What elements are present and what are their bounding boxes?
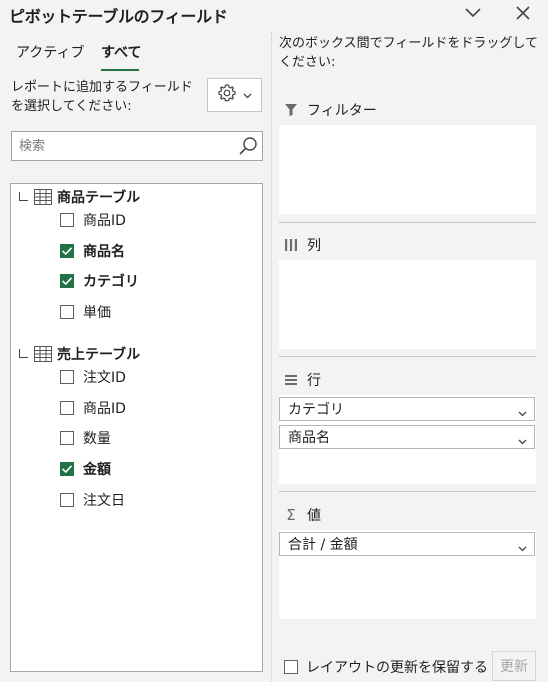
close-icon[interactable]: [512, 4, 534, 22]
search-input[interactable]: [12, 132, 222, 160]
field-label: 金額: [83, 462, 111, 478]
update-button[interactable]: 更新: [492, 651, 536, 681]
chevron-down-icon: [243, 87, 252, 103]
table-name: 商品テーブル: [57, 190, 141, 206]
columns-drop-area[interactable]: [279, 260, 536, 349]
field-search: [11, 131, 263, 161]
pane-divider[interactable]: [271, 32, 272, 682]
field-item[interactable]: カテゴリ: [60, 271, 139, 291]
field-item[interactable]: 商品ID: [60, 210, 126, 230]
field-item[interactable]: 金額: [60, 459, 111, 479]
defer-checkbox[interactable]: [284, 660, 298, 674]
values-label: 値: [307, 508, 321, 524]
chevron-down-icon[interactable]: [462, 4, 484, 22]
field-list: 商品テーブル 商品ID 商品名 カテゴリ 単価 売上テーブル 注文ID 商品ID: [10, 183, 263, 672]
field-checkbox-checked[interactable]: [60, 244, 74, 258]
area-separator: [279, 356, 536, 357]
defer-layout-update[interactable]: レイアウトの更新を保留する: [284, 657, 488, 677]
columns-icon: [283, 238, 299, 252]
field-item[interactable]: 注文ID: [60, 367, 126, 387]
field-label: 商品名: [83, 244, 125, 260]
field-checkbox[interactable]: [60, 370, 74, 384]
field-instruction: レポートに追加するフィールドを選択してください:: [11, 80, 193, 114]
pill-label: カテゴリ: [288, 402, 344, 418]
field-label: 注文ID: [83, 370, 126, 386]
search-icon[interactable]: [237, 135, 259, 157]
field-label: 単価: [83, 305, 111, 321]
columns-area-title: 列: [283, 235, 321, 255]
rows-area-title: 行: [283, 370, 321, 390]
pill-label: 合計 / 金額: [288, 537, 358, 553]
field-checkbox[interactable]: [60, 305, 74, 319]
table-name: 売上テーブル: [57, 347, 141, 363]
table-node-sales[interactable]: 売上テーブル: [19, 344, 140, 364]
row-field-pill[interactable]: 商品名: [279, 425, 535, 449]
field-label: カテゴリ: [83, 274, 139, 290]
chevron-down-icon: [518, 405, 527, 421]
area-separator: [279, 222, 536, 223]
filters-area-title: フィルター: [283, 100, 377, 120]
pane-title: ピボットテーブルのフィールド: [9, 7, 228, 26]
field-label: 商品ID: [83, 213, 126, 229]
values-area-title: Σ 値: [283, 505, 321, 525]
filter-icon: [283, 103, 299, 117]
tab-all[interactable]: すべて: [101, 42, 141, 62]
table-node-products[interactable]: 商品テーブル: [19, 187, 140, 207]
tree-collapse-icon: [19, 191, 28, 201]
columns-label: 列: [307, 238, 321, 254]
field-item[interactable]: 数量: [60, 428, 111, 448]
field-label: 商品ID: [83, 401, 126, 417]
field-label: 数量: [83, 431, 111, 447]
filters-drop-area[interactable]: [279, 125, 536, 214]
tab-active[interactable]: アクティブ: [16, 42, 84, 62]
area-separator: [279, 491, 536, 492]
field-checkbox-checked[interactable]: [60, 462, 74, 476]
rows-label: 行: [307, 373, 321, 389]
field-checkbox[interactable]: [60, 401, 74, 415]
filters-label: フィルター: [307, 103, 377, 119]
defer-label: レイアウトの更新を保留する: [306, 660, 488, 676]
tab-underline: [101, 69, 139, 71]
tree-collapse-icon: [19, 348, 28, 358]
chevron-down-icon: [518, 540, 527, 556]
value-field-pill[interactable]: 合計 / 金額: [279, 532, 535, 556]
row-field-pill[interactable]: カテゴリ: [279, 397, 535, 421]
tools-button[interactable]: [207, 78, 262, 112]
field-item[interactable]: 商品名: [60, 241, 125, 261]
table-icon: [34, 346, 52, 362]
field-checkbox-checked[interactable]: [60, 274, 74, 288]
chevron-down-icon: [518, 433, 527, 449]
field-item[interactable]: 商品ID: [60, 398, 126, 418]
field-checkbox[interactable]: [60, 493, 74, 507]
field-item[interactable]: 注文日: [60, 490, 125, 510]
rows-icon: [283, 373, 299, 387]
drag-instruction: 次のボックス間でフィールドをドラッグしてください:: [279, 36, 538, 70]
table-icon: [34, 189, 52, 205]
field-item[interactable]: 単価: [60, 302, 111, 322]
gear-icon: [217, 83, 237, 107]
field-checkbox[interactable]: [60, 431, 74, 445]
pill-label: 商品名: [288, 430, 330, 446]
field-label: 注文日: [83, 493, 125, 509]
field-checkbox[interactable]: [60, 213, 74, 227]
sigma-icon: Σ: [286, 506, 296, 524]
